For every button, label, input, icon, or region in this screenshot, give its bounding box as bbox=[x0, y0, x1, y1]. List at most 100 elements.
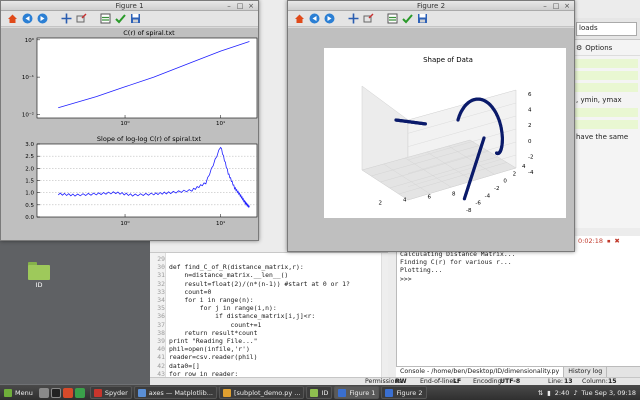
z-tick-label: 4 bbox=[528, 108, 532, 114]
maximize-icon[interactable]: □ bbox=[236, 2, 244, 10]
back-icon[interactable] bbox=[21, 13, 33, 25]
quick-launch bbox=[38, 387, 89, 398]
minimize-icon[interactable]: – bbox=[225, 2, 233, 10]
taskbar-label: ID bbox=[321, 388, 329, 397]
console-tabs: Console - /home/ben/Desktop/ID/dimension… bbox=[396, 366, 640, 377]
y-tick-label: 4 bbox=[522, 164, 526, 170]
edit-check-icon[interactable] bbox=[401, 13, 413, 25]
y-tick-label: 3.0 bbox=[25, 142, 34, 148]
line-number: 41 bbox=[157, 353, 165, 362]
configure-icon[interactable] bbox=[386, 13, 398, 25]
taskbar-label: Figure 2 bbox=[396, 388, 423, 397]
save-icon[interactable] bbox=[129, 13, 141, 25]
bottom-plot-title: Slope of log-log C(r) of spiral.txt bbox=[97, 135, 202, 143]
ipython-console[interactable]: Calculating Distance Matrix... Finding C(… bbox=[396, 236, 640, 382]
code-text: def find_C_of_R(distance_matrix,r): bbox=[169, 263, 304, 272]
console-close-icon[interactable]: ✖ bbox=[614, 237, 619, 245]
save-icon[interactable] bbox=[416, 13, 428, 25]
pan-icon[interactable] bbox=[347, 13, 359, 25]
y-tick-label: 2.5 bbox=[25, 154, 34, 160]
line-number: 40 bbox=[157, 345, 165, 354]
zoom-icon[interactable] bbox=[75, 13, 87, 25]
app-icon bbox=[310, 388, 319, 397]
code-text: n=distance_matrix.__len__() bbox=[169, 271, 289, 280]
close-icon[interactable]: × bbox=[247, 2, 255, 10]
menu-icon bbox=[4, 388, 12, 397]
chrome-icon[interactable] bbox=[74, 387, 85, 398]
maximize-icon[interactable]: □ bbox=[552, 2, 560, 10]
line-number: 30 bbox=[157, 263, 165, 272]
code-editor[interactable]: 29 30 def find_C_of_R(distance_matrix,r): 3… bbox=[150, 252, 388, 382]
browser-icon[interactable] bbox=[62, 387, 73, 398]
files-icon[interactable] bbox=[38, 387, 49, 398]
taskbar-button[interactable]: Figure 1 bbox=[334, 386, 380, 399]
folder-label[interactable]: ID bbox=[24, 281, 54, 289]
minimize-icon[interactable]: – bbox=[541, 2, 549, 10]
help-snippet: have the same bbox=[576, 133, 629, 141]
code-text: for i in range(n): bbox=[169, 296, 254, 304]
source-combo[interactable]: loads bbox=[576, 21, 637, 36]
help-snippet: , ymin, ymax bbox=[576, 96, 622, 104]
volume-icon[interactable]: ♪ bbox=[573, 389, 577, 397]
console-line: Finding C(r) for various r... bbox=[400, 258, 512, 267]
clock[interactable]: Tue Sep 3, 09:18 bbox=[582, 389, 637, 397]
figure-1-titlebar[interactable]: Figure 1 – □ × bbox=[1, 1, 258, 11]
code-text: print "Reading File..." bbox=[169, 337, 258, 345]
line-label: Line: bbox=[548, 378, 563, 385]
window-title: Figure 1 bbox=[115, 2, 144, 10]
line-number: 36 bbox=[157, 312, 165, 321]
permissions-value: RW bbox=[395, 378, 407, 385]
options-gear-icon[interactable]: ⚙ bbox=[576, 44, 582, 52]
figure-2-canvas[interactable]: Shape of Data 2468 -8 -6 -4 -2 0 2 4 6 4 2 0 -2 -4 bbox=[288, 28, 574, 251]
zoom-icon[interactable] bbox=[362, 13, 374, 25]
y-tick-label: 1.0 bbox=[25, 191, 34, 197]
network-icon[interactable]: ⇅ bbox=[538, 389, 543, 397]
help-highlight bbox=[575, 59, 638, 68]
taskbar-button[interactable]: [subplot_demo.py ... bbox=[218, 386, 305, 399]
battery-icon[interactable]: ▮ bbox=[547, 389, 551, 397]
line-number: 31 bbox=[157, 271, 165, 280]
folder-icon[interactable] bbox=[28, 262, 50, 280]
eol-value: LF bbox=[453, 378, 462, 385]
top-plot-title: C(r) of spiral.txt bbox=[123, 29, 175, 37]
close-icon[interactable]: × bbox=[563, 2, 571, 10]
y-tick-label: 10⁻¹ bbox=[22, 74, 34, 81]
taskbar-button[interactable]: ID bbox=[306, 386, 333, 399]
taskbar-button[interactable]: Spyder bbox=[89, 386, 132, 399]
tab-history-log[interactable]: History log bbox=[564, 367, 608, 377]
tab-console[interactable]: Console - /home/ben/Desktop/ID/dimension… bbox=[396, 367, 565, 377]
editor-scrollbar[interactable] bbox=[381, 253, 388, 382]
edit-check-icon[interactable] bbox=[114, 13, 126, 25]
scatter-point bbox=[423, 122, 427, 126]
taskbar-label: axes — Matplotlib... bbox=[148, 388, 213, 397]
taskbar-label: [subplot_demo.py ... bbox=[233, 388, 301, 397]
mpl-toolbar bbox=[1, 11, 258, 27]
pan-icon[interactable] bbox=[60, 13, 72, 25]
code-text: count=0 bbox=[169, 287, 212, 296]
x-tick-label: 2 bbox=[379, 201, 383, 207]
configure-icon[interactable] bbox=[99, 13, 111, 25]
forward-icon[interactable] bbox=[36, 13, 48, 25]
column-label: Column: bbox=[582, 378, 608, 385]
window-title: Figure 2 bbox=[416, 2, 446, 10]
taskbar-button[interactable]: Figure 2 bbox=[381, 386, 427, 399]
x-tick-label: 4 bbox=[403, 198, 407, 204]
taskbar-label: Figure 1 bbox=[349, 388, 376, 397]
taskbar-button[interactable]: axes — Matplotlib... bbox=[133, 386, 217, 399]
terminal-icon[interactable] bbox=[50, 387, 61, 398]
z-tick-label: 0 bbox=[528, 139, 532, 145]
figure-2-titlebar[interactable]: Figure 2 – □ × bbox=[288, 1, 574, 11]
figure-1-canvas[interactable]: C(r) of spiral.txt 10⁰ 10⁻¹ 10⁻² 10⁰ 10¹ Sl… bbox=[1, 28, 258, 240]
console-stop-icon[interactable]: ⏹ bbox=[607, 237, 610, 246]
options-label[interactable]: Options bbox=[585, 44, 612, 52]
menu-button[interactable]: Menu bbox=[0, 385, 39, 400]
back-icon[interactable] bbox=[308, 13, 320, 25]
y-tick-label: 1.5 bbox=[25, 179, 34, 185]
code-text: if distance_matrix[i,j]<r: bbox=[169, 312, 316, 321]
line-number: 33 bbox=[157, 287, 165, 296]
home-icon[interactable] bbox=[6, 13, 18, 25]
code-text: data0=[] bbox=[169, 361, 200, 370]
home-icon[interactable] bbox=[293, 13, 305, 25]
y-tick-label: 2 bbox=[513, 171, 517, 177]
forward-icon[interactable] bbox=[323, 13, 335, 25]
